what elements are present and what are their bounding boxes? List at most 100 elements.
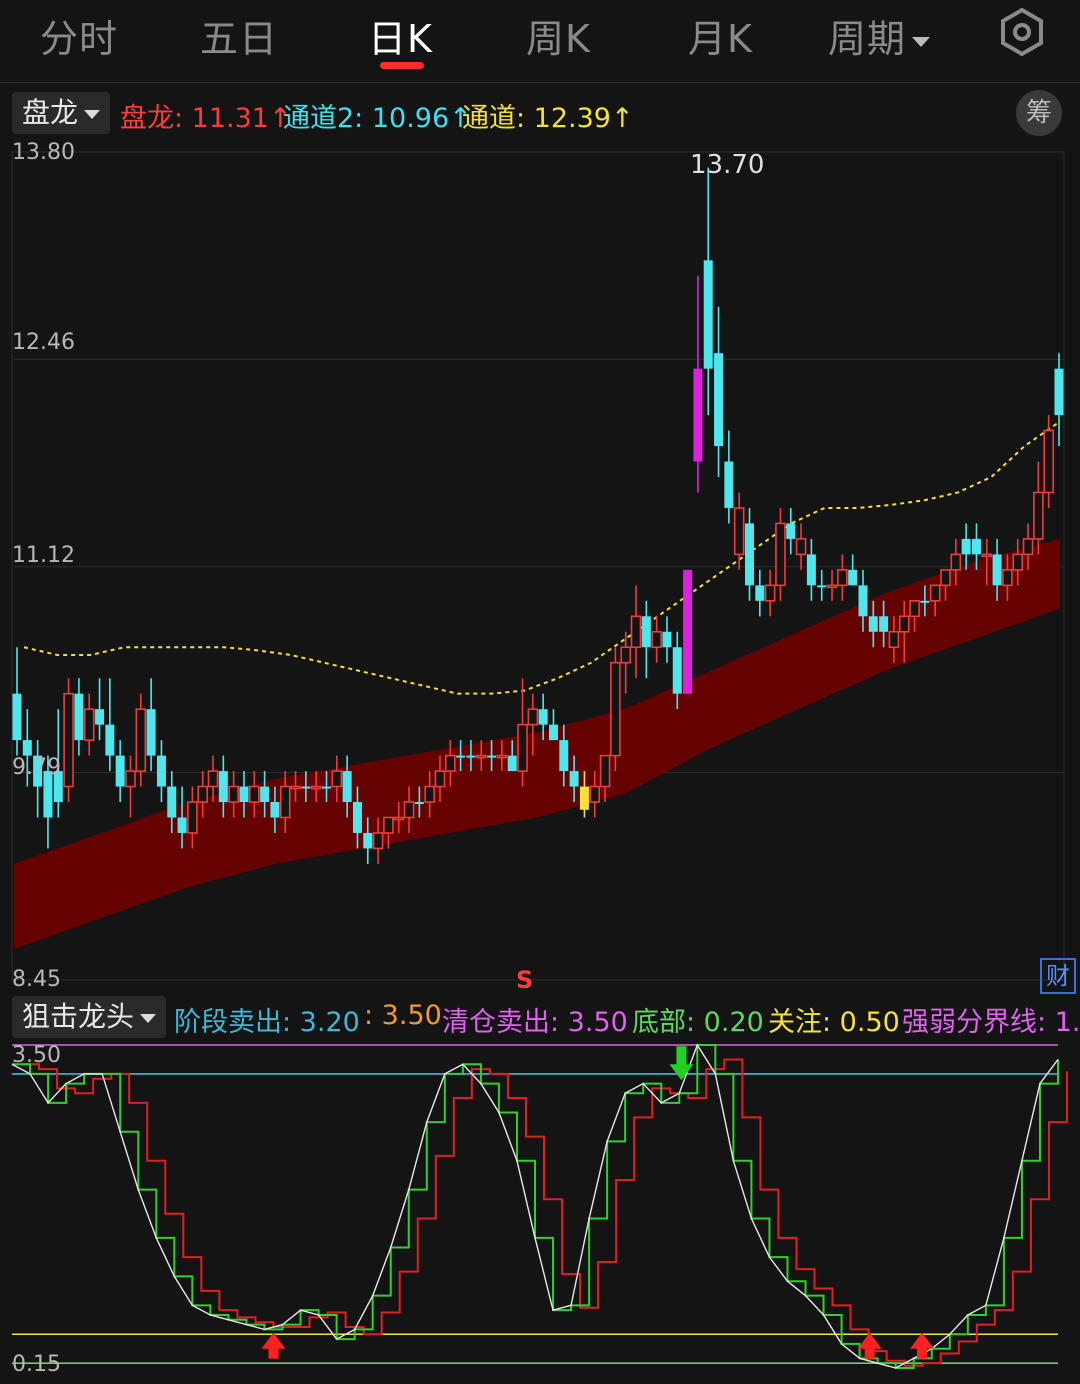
candle-body [950, 553, 962, 571]
stage-sell-value: 阶段卖出: 3.20 [174, 1007, 360, 1038]
candle [1054, 353, 1064, 447]
candle-body [352, 802, 362, 833]
price-axis-label: 11.12 [12, 543, 75, 568]
candle [641, 600, 651, 679]
tab-monthly-k[interactable]: 月K [688, 8, 753, 63]
candle-body [909, 600, 920, 618]
candle-body [992, 554, 1002, 586]
candle-body [630, 615, 642, 649]
candle-body [167, 786, 177, 818]
active-tab-indicator [380, 62, 424, 69]
candle-body [363, 832, 373, 849]
candle-body [115, 755, 125, 787]
candle-body [456, 755, 466, 758]
candle-body [197, 785, 209, 803]
clear-sell-value: 清仓卖出: 3.50 [442, 1007, 628, 1038]
main-indicator-selector-label: 盘龙 [22, 96, 79, 129]
candle [1043, 415, 1054, 508]
channel2-value: 通道2: 10.96↑ [283, 103, 472, 134]
candle-body [898, 615, 910, 633]
candle [156, 740, 166, 803]
candle-body [683, 569, 693, 694]
candle [744, 507, 754, 601]
candle-body [248, 785, 260, 803]
watch-value: 关注: 0.50 [768, 1007, 900, 1038]
candle-body [239, 786, 249, 803]
price-axis-label: 9.79 [12, 755, 61, 780]
candle-body [434, 770, 446, 788]
candle-body [888, 630, 900, 649]
candle-body [1054, 368, 1064, 416]
candle [837, 554, 848, 601]
candle-body [1022, 538, 1034, 556]
candlestick-chart[interactable] [0, 140, 1080, 990]
candle-body [733, 507, 745, 556]
candle-body [342, 771, 352, 803]
candle-body [310, 785, 322, 790]
candle-body [156, 755, 166, 787]
candle-body [755, 585, 765, 601]
candle-body [403, 801, 415, 819]
chevron-down-icon [84, 109, 101, 119]
candle-body [22, 740, 32, 756]
orange-line-value: : 3.50 [364, 1000, 442, 1031]
candle-body [383, 816, 394, 834]
candle-body [12, 693, 22, 741]
chevron-down-icon [140, 1013, 157, 1023]
chips-distribution-button[interactable]: 筹 [1016, 90, 1062, 136]
finance-button[interactable]: 财 [1040, 958, 1076, 994]
peak-price-label: 13.70 [690, 150, 765, 180]
candle-body [981, 553, 993, 558]
candle-body [527, 708, 539, 726]
panlong-value: 盘龙: 11.31↑ [120, 103, 292, 134]
candle-body [279, 785, 291, 819]
tab-intraday[interactable]: 分时 [40, 8, 118, 63]
candle-body [559, 740, 569, 772]
sub-axis-label: 0.15 [12, 1352, 61, 1377]
candle-body [487, 755, 497, 758]
candle-body [301, 786, 311, 789]
candle-body [651, 630, 662, 649]
candle-body [879, 616, 889, 632]
candle [610, 647, 621, 772]
main-indicator-selector[interactable]: 盘龙 [12, 92, 111, 134]
candle [630, 585, 642, 679]
candle [693, 275, 703, 493]
tab-five-day[interactable]: 五日 [200, 8, 278, 63]
settings-gear-icon[interactable] [998, 7, 1046, 57]
candle-body [868, 616, 878, 632]
candle [826, 569, 838, 601]
candle [125, 755, 136, 818]
tab-period-label: 周期 [828, 17, 907, 61]
candle-body [744, 523, 754, 586]
sub-indicator-selector[interactable]: 狙击龙头 [12, 996, 167, 1038]
candle [817, 569, 827, 601]
candle-body [475, 754, 487, 759]
candle-body [837, 569, 848, 587]
candle-body [817, 585, 827, 588]
price-axis-label: 13.80 [12, 140, 75, 165]
candle-body [858, 585, 868, 617]
oscillator-chart[interactable] [0, 1040, 1080, 1380]
main-indicator-bar: 盘龙 盘龙: 11.31↑ 通道2: 10.96↑ 通道: 12.39↑ [0, 88, 1080, 138]
candle-body [848, 569, 858, 586]
candle-body [641, 616, 651, 648]
candle-body [125, 770, 136, 788]
price-axis-label: 8.45 [12, 967, 61, 992]
candle [115, 740, 125, 803]
candle-body [331, 770, 343, 788]
candle-body [569, 771, 579, 787]
candle [146, 678, 156, 772]
candle-body [207, 770, 219, 788]
tab-weekly-k[interactable]: 周K [526, 8, 591, 63]
candle-body [322, 786, 332, 789]
candle-body [764, 584, 776, 602]
candle-body [74, 693, 84, 741]
candle-body [414, 802, 424, 805]
candle-body [775, 522, 786, 587]
tab-daily-k[interactable]: 日K [368, 8, 433, 63]
candle [517, 678, 528, 787]
candle [63, 678, 74, 803]
buy-arrow-up-icon [910, 1332, 935, 1359]
tab-period-dropdown[interactable]: 周期 [828, 8, 931, 63]
